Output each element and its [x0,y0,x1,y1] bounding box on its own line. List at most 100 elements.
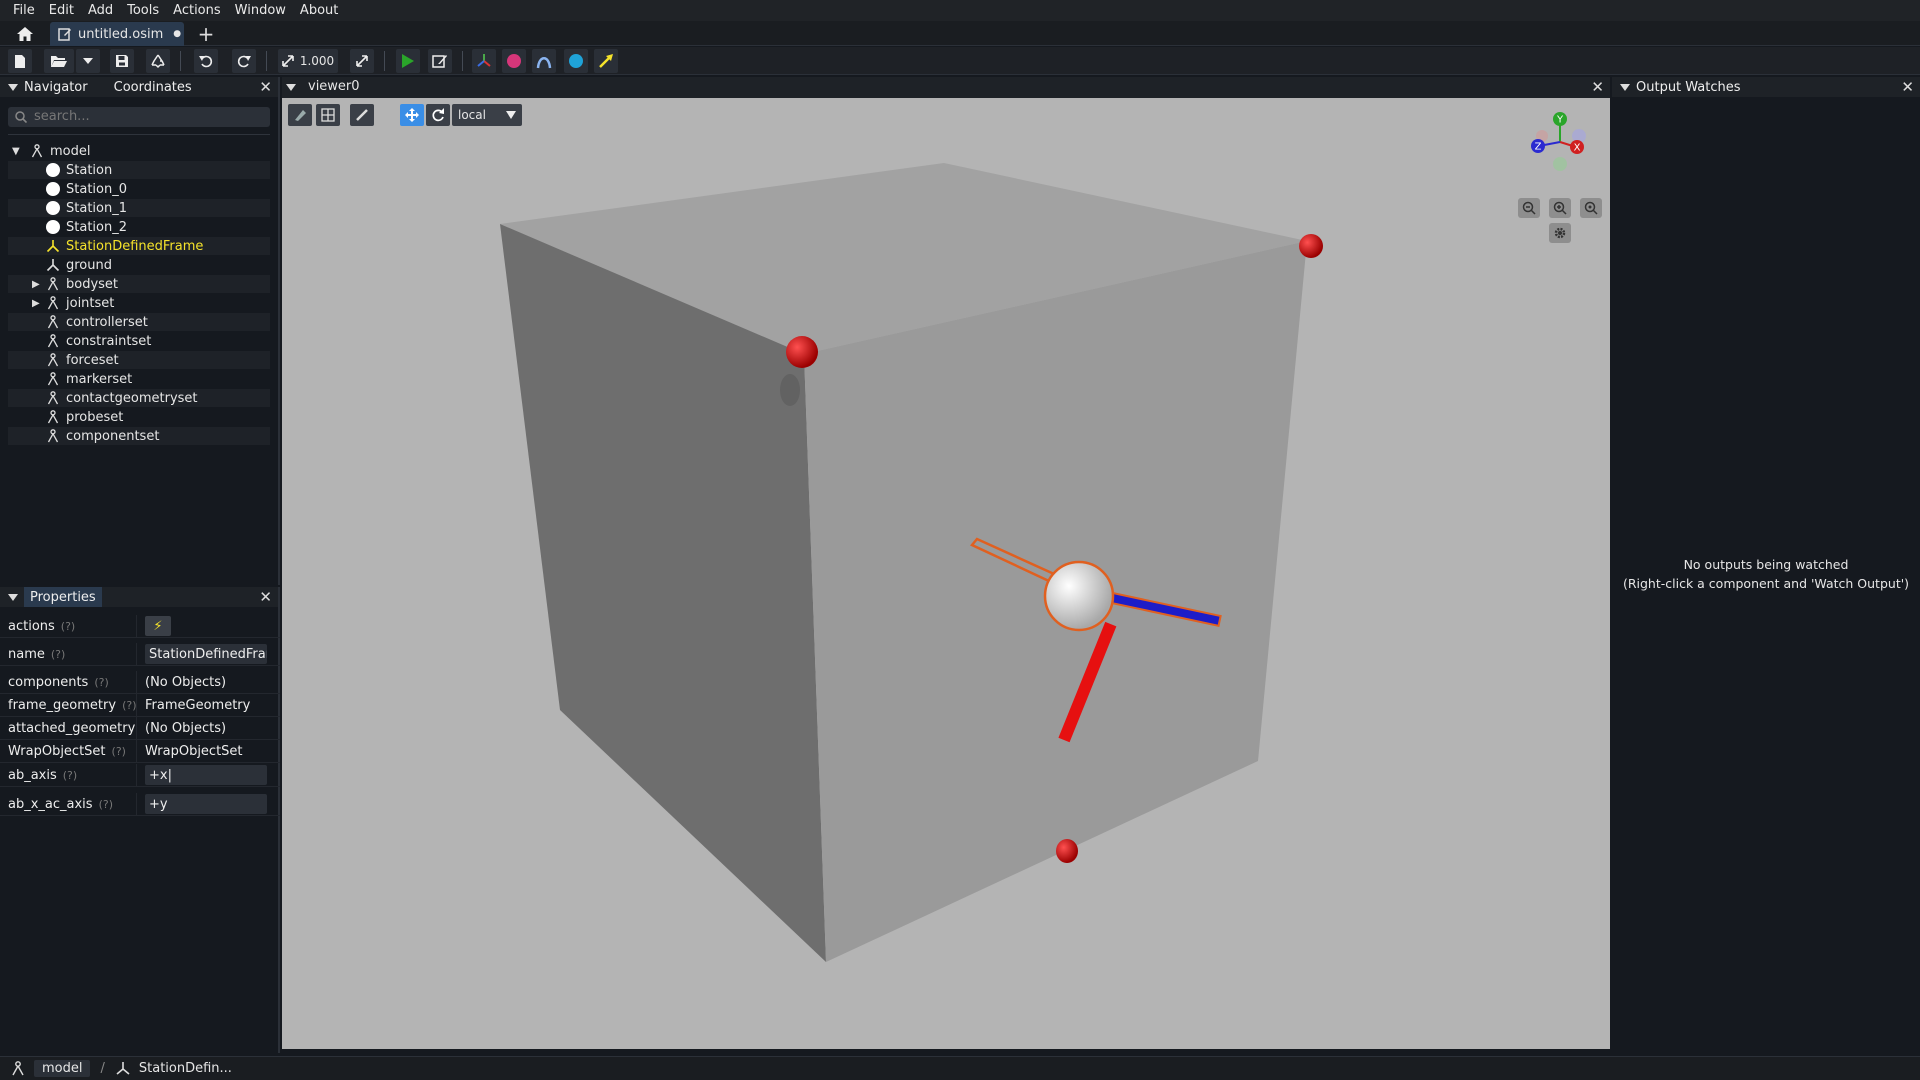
scene-scale-control[interactable]: 1.000 [278,49,338,73]
new-file-button[interactable] [8,49,32,73]
sphere-shadow [780,374,800,406]
collapse-triangle-icon[interactable] [1620,83,1630,91]
tree-item-probeset[interactable]: probeset [8,408,270,426]
menu-about[interactable]: About [293,3,345,18]
component-icon [46,277,60,291]
zoom-out-button[interactable] [1518,198,1540,218]
close-icon[interactable]: ✕ [1591,78,1604,96]
measure-button[interactable] [350,104,374,126]
menu-edit[interactable]: Edit [42,3,81,18]
tree-item-label: controllerset [66,314,148,330]
frame-origin-sphere[interactable] [1043,560,1115,632]
tab-coordinates[interactable]: Coordinates [114,80,192,95]
help-marker[interactable]: (?) [99,798,113,811]
scene-options-button[interactable] [316,104,340,126]
expand-right-icon[interactable]: ▶ [32,279,44,290]
station-marker[interactable] [786,336,818,368]
ab_x_ac_axis-input[interactable]: +y [145,794,267,814]
collapse-triangle-icon[interactable] [286,84,296,91]
tree-item-station_0[interactable]: Station_0 [8,180,270,198]
breadcrumb-current[interactable]: StationDefin... [139,1061,232,1076]
open-file-button[interactable] [44,49,74,73]
property-label: actions (?) [0,619,136,634]
add-force-button[interactable] [594,49,618,73]
add-contact-geometry-button[interactable] [564,49,588,73]
menu-tools[interactable]: Tools [120,3,166,18]
collapse-triangle-icon[interactable] [8,83,18,91]
station-marker[interactable] [1299,234,1323,258]
save-button[interactable] [110,49,134,73]
tree-item-stationdefinedframe[interactable]: StationDefinedFrame [8,237,270,255]
camera-settings-button[interactable] [1549,223,1571,243]
tree-item-station_2[interactable]: Station_2 [8,218,270,236]
tree-item-station_1[interactable]: Station_1 [8,199,270,217]
tree-item-station[interactable]: Station [8,161,270,179]
draw-geometry-button[interactable] [288,104,312,126]
auto-focus-button[interactable] [1580,198,1602,218]
tree-item-ground[interactable]: ground [8,256,270,274]
add-tab-button[interactable]: + [196,22,216,46]
frame-mode-dropdown[interactable]: local [452,104,522,126]
axes-gizmo[interactable]: Y X Z [1524,108,1594,178]
actions-button[interactable]: ⚡ [145,616,171,636]
menu-window[interactable]: Window [228,3,293,18]
close-icon[interactable]: ✕ [259,588,272,606]
station-icon [46,163,60,177]
collapse-triangle-icon[interactable] [8,593,18,601]
open-recent-dropdown[interactable] [76,49,100,73]
undo-icon [199,55,213,68]
input-value: +x| [149,767,172,783]
tree-item-markerset[interactable]: markerset [8,370,270,388]
property-value-cell: (No Objects) [136,717,226,739]
help-marker[interactable]: (?) [63,769,77,782]
station-marker[interactable] [1056,839,1078,863]
menu-file[interactable]: File [6,3,42,18]
tree-item-contactgeometryset[interactable]: contactgeometryset [8,389,270,407]
help-marker[interactable]: (?) [61,620,75,633]
close-icon[interactable]: ✕ [1901,78,1914,96]
expand-right-icon[interactable]: ▶ [32,298,44,309]
add-frame-button[interactable] [472,49,496,73]
menu-add[interactable]: Add [81,3,120,18]
undo-button[interactable] [194,49,218,73]
zoom-in-button[interactable] [1549,198,1571,218]
name-input[interactable]: StationDefinedFram [145,644,267,664]
redo-button[interactable] [232,49,256,73]
add-muscle-button[interactable] [532,49,556,73]
add-marker-button[interactable] [502,49,526,73]
station-icon [46,201,60,215]
tree-item-controllerset[interactable]: controllerset [8,313,270,331]
scene-render[interactable] [282,98,1610,1049]
autoscale-button[interactable] [350,49,374,73]
tab-untitled-osim[interactable]: untitled.osim ● [50,22,184,46]
home-button[interactable] [8,23,42,44]
tab-navigator[interactable]: Navigator [24,80,88,95]
expand-down-icon[interactable]: ▼ [12,146,24,157]
property-name: attached_geometry [8,720,136,736]
3d-viewport[interactable]: local Y X Z [282,98,1610,1049]
tree-item-bodyset[interactable]: ▶ bodyset [8,275,270,293]
help-marker[interactable]: (?) [51,648,65,661]
tree-item-forceset[interactable]: forceset [8,351,270,369]
tree-item-jointset[interactable]: ▶ jointset [8,294,270,312]
simulate-button[interactable] [396,49,420,73]
edit-sim-params-button[interactable] [428,49,452,73]
breadcrumb-model[interactable]: model [34,1060,91,1077]
ab_axis-input[interactable]: +x| [145,765,267,785]
help-marker[interactable]: (?) [112,745,126,758]
rotate-mode-button[interactable] [426,104,450,126]
tree-item-constraintset[interactable]: constraintset [8,332,270,350]
search-input[interactable]: search... [8,107,270,127]
translate-mode-button[interactable] [400,104,424,126]
close-icon[interactable]: ✕ [259,78,272,96]
axis-x-label: X [1574,143,1581,154]
help-marker[interactable]: (?) [94,676,108,689]
property-value-cell: +y [136,793,267,815]
help-marker[interactable]: (?) [122,699,136,712]
frame-icon [116,1061,130,1075]
reload-button[interactable] [146,49,170,73]
menu-actions[interactable]: Actions [166,3,228,18]
viewer-title: viewer0 [308,79,360,94]
tree-item-model[interactable]: ▼ model [8,142,270,160]
tree-item-componentset[interactable]: componentset [8,427,270,445]
